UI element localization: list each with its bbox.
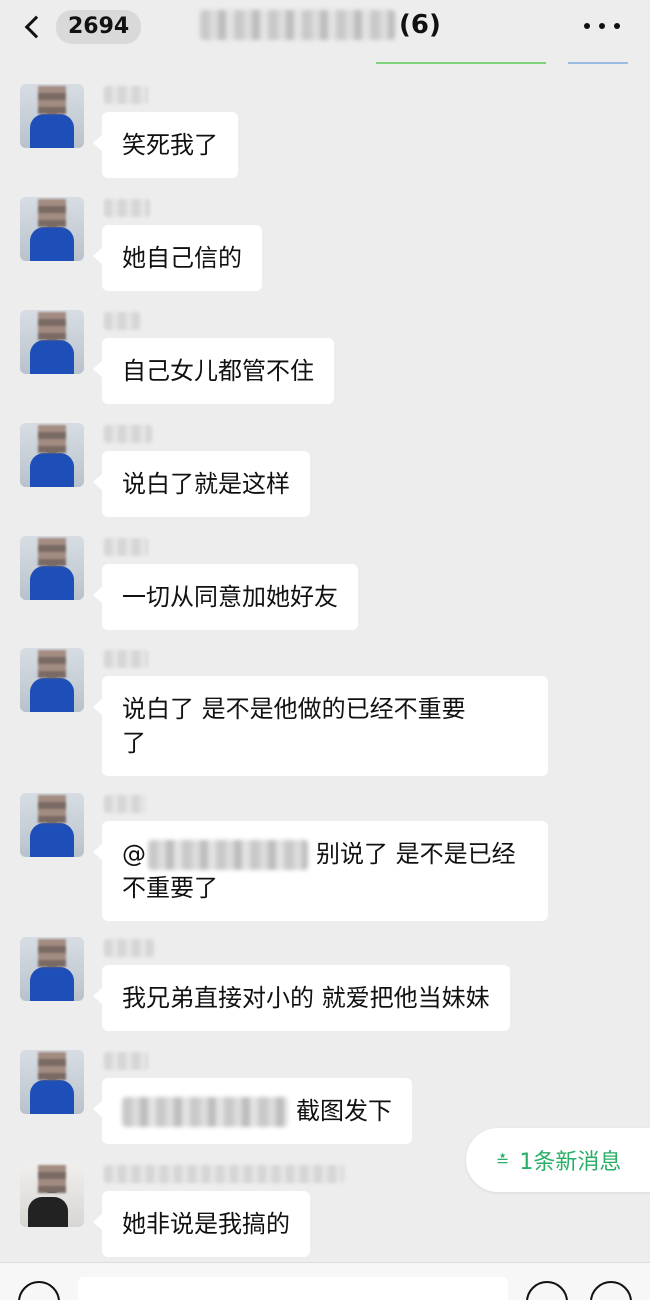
message-text: 别说了 是不是已经 (316, 840, 516, 868)
redacted-sender-name (104, 86, 148, 104)
message-bubble[interactable]: 自己女儿都管不住 (93, 338, 334, 404)
back-button[interactable]: 2694 (20, 10, 142, 44)
avatar[interactable] (20, 1163, 84, 1227)
pinned-indicator-line (376, 62, 546, 64)
unread-count-badge: 2694 (56, 10, 142, 44)
message-bubble[interactable]: 一切从同意加她好友 (93, 564, 358, 630)
double-chevron-down-icon: ≛ (496, 1150, 510, 1170)
member-count: (6) (399, 10, 441, 40)
more-dot-icon (614, 23, 620, 29)
message-text: 笑死我了 (122, 131, 218, 159)
redacted-sender-name (104, 650, 148, 668)
message-text: 一切从同意加她好友 (122, 583, 338, 611)
chat-header: 2694 (6) (0, 0, 650, 62)
message-text-line: 说白了 是不是他做的已经不重要 (122, 695, 466, 723)
message-input[interactable] (78, 1277, 508, 1300)
message-text: 她自己信的 (122, 244, 242, 272)
message-bubble[interactable]: 她非说是我搞的 (93, 1191, 310, 1257)
message-bubble[interactable]: @ 别说了 是不是已经 不重要了 (93, 821, 548, 921)
redacted-sender-name (104, 425, 152, 443)
redacted-sender-name (104, 538, 148, 556)
redacted-sender-name (104, 199, 150, 217)
message-bubble[interactable]: 说白了就是这样 (93, 451, 310, 517)
plus-icon[interactable] (590, 1281, 632, 1300)
avatar[interactable] (20, 648, 84, 712)
avatar[interactable] (20, 536, 84, 600)
message-text: 自己女儿都管不住 (122, 357, 314, 385)
message-text-line: 了 (122, 729, 146, 757)
avatar[interactable] (20, 310, 84, 374)
redacted-group-name (200, 10, 395, 40)
message-bubble[interactable]: 笑死我了 (93, 112, 238, 178)
redacted-sender-name (104, 312, 140, 330)
avatar[interactable] (20, 937, 84, 1001)
message-text-line: @ 别说了 是不是已经 (122, 837, 528, 871)
message-text: 说白了就是这样 (122, 470, 290, 498)
emoji-icon[interactable] (526, 1281, 568, 1300)
message-bubble[interactable]: 我兄弟直接对小的 就爱把他当妹妹 (93, 965, 510, 1031)
chat-title: (6) (200, 8, 441, 42)
new-messages-label: 1条新消息 (519, 1150, 622, 1175)
avatar[interactable] (20, 84, 84, 148)
more-options-button[interactable] (584, 14, 620, 38)
redacted-sender-name (104, 1052, 148, 1070)
message-text: 截图发下 (296, 1097, 392, 1125)
chat-screen: 2694 (6) 笑死我了 她自己信的 自己女儿都管不住 说白了就是这样 一切从… (0, 0, 650, 1300)
new-messages-button[interactable]: ≛ 1条新消息 (466, 1128, 650, 1192)
message-bubble[interactable]: 说白了 是不是他做的已经不重要 了 (93, 676, 548, 776)
voice-icon[interactable] (18, 1281, 60, 1300)
message-text: 我兄弟直接对小的 就爱把他当妹妹 (122, 984, 490, 1012)
avatar[interactable] (20, 423, 84, 487)
redacted-sender-name (104, 1165, 344, 1183)
redacted-sender-name (104, 939, 154, 957)
mention-at: @ (122, 840, 146, 868)
more-dot-icon (599, 23, 605, 29)
input-bar (0, 1262, 650, 1300)
message-text: 她非说是我搞的 (122, 1210, 290, 1238)
pinned-indicator-line (568, 62, 628, 64)
more-dot-icon (584, 23, 590, 29)
message-bubble[interactable]: 她自己信的 (93, 225, 262, 291)
avatar[interactable] (20, 197, 84, 261)
message-bubble[interactable]: 截图发下 (93, 1078, 412, 1144)
redacted-sender-name (104, 795, 146, 813)
redacted-text (122, 1097, 288, 1127)
avatar[interactable] (20, 793, 84, 857)
avatar[interactable] (20, 1050, 84, 1114)
message-text-line: 不重要了 (122, 874, 218, 902)
chevron-left-icon (24, 15, 48, 39)
redacted-mention-name (148, 840, 308, 870)
